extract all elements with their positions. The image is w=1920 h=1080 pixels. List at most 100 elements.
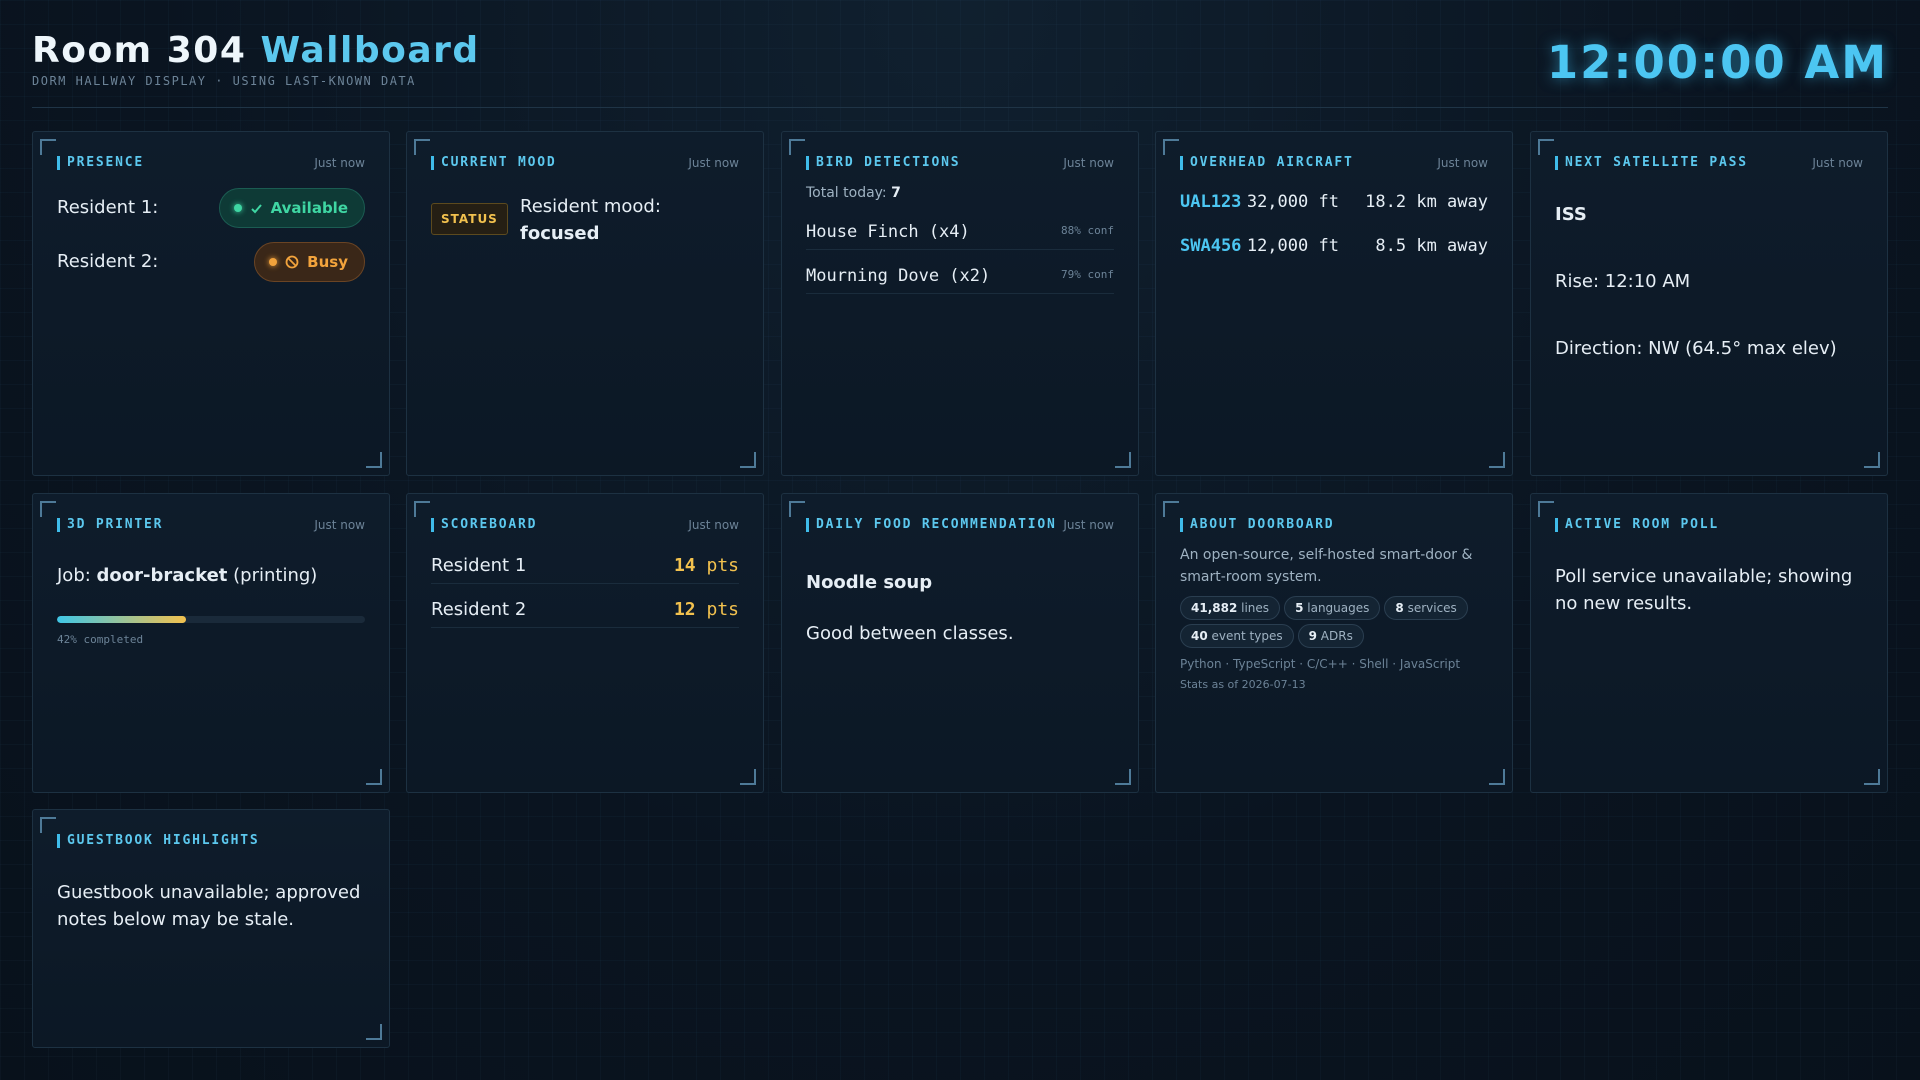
presence-row: Resident 1: Available [57,188,365,228]
mood-label: Resident mood: [520,196,661,217]
list-item: SWA456 12,000 ft [1180,236,1339,256]
bird-total-label: Total today: [806,185,887,201]
card-timestamp: Just now [688,156,739,170]
stat-tag: 41,882 lines [1180,596,1281,620]
card-title: BIRD DETECTIONS [806,156,960,170]
list-item: UAL123 32,000 ft [1180,192,1339,212]
stat-tags: 40 event types 9 ADRs [1180,624,1500,648]
satellite-rise: Rise: 12:10 AM [1555,271,1691,292]
aircraft-altitude: 32,000 ft [1246,192,1339,212]
card-title: ABOUT DOORBOARD [1180,518,1334,532]
card-title: NEXT SATELLITE PASS [1555,156,1748,170]
player-score: 12 pts [674,599,739,620]
page-title: Room 304 Wallboard [32,30,480,71]
about-stats-date: Stats as of 2026-07-13 [1180,678,1306,691]
clock: 12:00:00 AM [1546,36,1888,89]
stat-tag: 5 languages [1284,596,1381,620]
status-badge-available: Available [218,188,365,228]
aircraft-callsign: UAL123 [1180,192,1242,212]
progress-fill [57,616,187,623]
aircraft-distance: 18.2 km away [1365,192,1488,212]
card-timestamp: Just now [1063,156,1114,170]
aircraft-distance: 8.5 km away [1375,236,1488,256]
satellite-name: ISS [1555,204,1587,225]
bird-name: Mourning Dove (x2) [806,266,991,286]
presence-card: PRESENCE Just now Resident 1: Available … [32,131,390,476]
card-title: SCOREBOARD [431,518,537,532]
job-state: (printing) [233,565,318,586]
mood-text: Resident mood: focused [520,193,661,247]
stat-tag: 8 services [1384,596,1468,620]
score-unit: pts [706,555,739,576]
about-languages: Python · TypeScript · C/C++ · Shell · Ja… [1180,657,1461,671]
resident-name: Resident 2: [57,251,159,272]
card-title: CURRENT MOOD [431,156,557,170]
table-row: Resident 2 12 pts [431,588,739,628]
about-card: ABOUT DOORBOARD An open-source, self-hos… [1155,493,1513,793]
printer-job: Job: door-bracket (printing) [57,565,317,586]
status-dot [233,204,242,212]
stat-tags: 41,882 lines 5 languages 8 services [1180,596,1500,620]
resident-name: Resident 1: [57,197,159,218]
bird-detections-card: BIRD DETECTIONS Just now Total today: 7 … [781,131,1139,476]
bird-confidence: 88% conf [1061,224,1114,237]
player-name: Resident 1 [431,555,527,576]
scoreboard-card: SCOREBOARD Just now Resident 1 14 pts Re… [406,493,764,793]
page-subtitle: DORM HALLWAY DISPLAY · USING LAST-KNOWN … [32,74,416,88]
food-note: Good between classes. [806,623,1014,644]
score-unit: pts [706,599,739,620]
mood-card: CURRENT MOOD Just now STATUS Resident mo… [406,131,764,476]
card-timestamp: Just now [1437,156,1488,170]
score-value: 12 [673,599,696,620]
card-title: 3D PRINTER [57,518,163,532]
job-label: Job: [57,565,91,586]
guestbook-message: Guestbook unavailable; approved notes be… [57,882,361,930]
printer-card: 3D PRINTER Just now Job: door-bracket (p… [32,493,390,793]
card-timestamp: Just now [1812,156,1863,170]
table-row: Resident 1 14 pts [431,544,739,584]
card-timestamp: Just now [314,156,365,170]
satellite-card: NEXT SATELLITE PASS Just now ISS Rise: 1… [1530,131,1888,476]
no-entry-icon [285,255,299,269]
status-label: Busy [307,253,348,271]
stat-tag: 40 event types [1180,624,1294,648]
food-card: DAILY FOOD RECOMMENDATION Just now Noodl… [781,493,1139,793]
player-score: 14 pts [674,555,739,576]
card-title: OVERHEAD AIRCRAFT [1180,156,1354,170]
bird-confidence: 79% conf [1061,268,1114,281]
card-title: DAILY FOOD RECOMMENDATION [806,518,1057,532]
card-title: PRESENCE [57,156,144,170]
card-timestamp: Just now [1063,518,1114,532]
bird-total-value: 7 [891,185,901,201]
check-icon [250,203,262,213]
progress-text: 42% completed [57,633,144,646]
bird-name: House Finch (x4) [806,222,970,242]
presence-row: Resident 2: Busy [57,242,365,282]
status-dot [269,258,278,266]
list-item: Mourning Dove (x2) 79% conf [806,254,1114,294]
card-timestamp: Just now [314,518,365,532]
mood-value: focused [520,223,600,244]
job-name: door-bracket [96,565,228,586]
card-title: GUESTBOOK HIGHLIGHTS [57,834,260,848]
guestbook-card: GUESTBOOK HIGHLIGHTS Guestbook unavailab… [32,809,390,1048]
title-accent: Wallboard [260,30,480,71]
list-item: House Finch (x4) 88% conf [806,210,1114,250]
card-title: ACTIVE ROOM POLL [1555,518,1719,532]
player-name: Resident 2 [431,599,527,620]
wallboard-header: Room 304 Wallboard DORM HALLWAY DISPLAY … [32,28,1888,108]
bird-total: Total today: 7 [806,185,901,201]
progress-bar [57,616,365,623]
poll-card: ACTIVE ROOM POLL Poll service unavailabl… [1530,493,1888,793]
score-value: 14 [673,555,696,576]
status-chip: STATUS [431,203,508,235]
food-dish: Noodle soup [806,572,933,593]
satellite-direction: Direction: NW (64.5° max elev) [1555,338,1837,359]
about-description: An open-source, self-hosted smart-door &… [1180,547,1473,585]
poll-message: Poll service unavailable; showing no new… [1555,566,1853,614]
status-label: Available [270,199,348,217]
aircraft-callsign: SWA456 [1180,236,1242,256]
title-main: Room 304 [32,30,247,71]
card-timestamp: Just now [688,518,739,532]
stat-tag: 9 ADRs [1297,624,1364,648]
